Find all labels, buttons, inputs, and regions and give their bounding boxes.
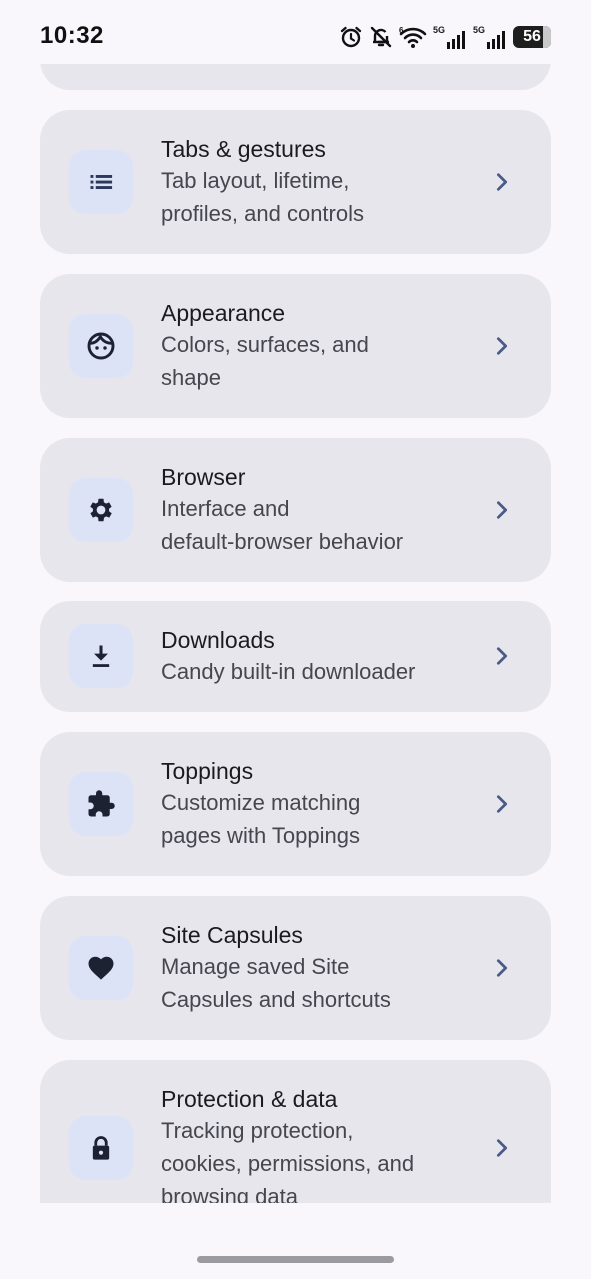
chevron-right-icon [496, 337, 508, 355]
wifi-icon: 6 [399, 26, 427, 48]
settings-item-subtitle: profiles, and controls [161, 201, 364, 226]
cellular-signal-1: 5G [433, 25, 467, 49]
settings-item-subtitle: Tracking protection, [161, 1118, 354, 1143]
chevron-right-icon [496, 1139, 508, 1157]
settings-item-title: Site Capsules [161, 922, 303, 948]
settings-item-subtitle: pages with Toppings [161, 823, 360, 848]
network-type-label: 5G [472, 25, 485, 35]
settings-item-subtitle: shape [161, 365, 221, 390]
settings-item-downloads[interactable]: Downloads Candy built-in downloader [40, 601, 551, 712]
settings-item-title: Browser [161, 464, 246, 490]
settings-item-subtitle: default-browser behavior [161, 529, 404, 554]
clock: 10:32 [40, 22, 104, 49]
signal-bars-icon [446, 31, 465, 49]
puzzle-icon [69, 772, 133, 836]
settings-item-subtitle: Interface and [161, 496, 290, 521]
chevron-right-icon [496, 959, 508, 977]
settings-item-title: Downloads [161, 627, 275, 653]
settings-item-subtitle: Tab layout, lifetime, [161, 168, 350, 193]
settings-item-subtitle: browsing data [161, 1184, 298, 1203]
settings-item-title: Protection & data [161, 1086, 338, 1112]
settings-item-title: Toppings [161, 758, 254, 784]
download-icon [69, 624, 133, 688]
signal-bars-icon [487, 31, 505, 49]
gear-icon [69, 478, 133, 542]
network-type-label: 5G [432, 25, 445, 35]
settings-item-subtitle: Colors, surfaces, and [161, 332, 369, 357]
settings-item-tabs-gestures[interactable]: Tabs & gestures Tab layout, lifetime, pr… [40, 110, 551, 254]
lock-icon [69, 1116, 133, 1180]
list-icon [69, 150, 133, 214]
settings-item-title: Appearance [161, 300, 286, 326]
settings-item-browser[interactable]: Browser Interface and default-browser be… [40, 438, 551, 582]
cellular-signal-2: 5G [473, 25, 507, 49]
chevron-right-icon [496, 795, 508, 813]
settings-item-subtitle: Customize matching [161, 790, 361, 815]
face-icon [69, 314, 133, 378]
chevron-right-icon [496, 647, 508, 665]
settings-item-subtitle: Candy built-in downloader [161, 659, 416, 684]
chevron-right-icon [496, 173, 508, 191]
chevron-right-icon [496, 501, 508, 519]
status-icons: 6 5G 5G 56 [339, 24, 551, 50]
battery-indicator: 56 [513, 26, 551, 48]
settings-item-toppings[interactable]: Toppings Customize matching pages with T… [40, 732, 551, 876]
battery-level: 56 [523, 28, 541, 45]
svg-text:6: 6 [399, 26, 404, 35]
settings-item-title: Tabs & gestures [161, 136, 326, 162]
settings-item-subtitle: Capsules and shortcuts [161, 987, 391, 1012]
settings-item-subtitle: cookies, permissions, and [161, 1151, 415, 1176]
settings-item-protection-data[interactable]: Protection & data Tracking protection, c… [40, 1060, 551, 1203]
settings-item-appearance[interactable]: Appearance Colors, surfaces, and shape [40, 274, 551, 418]
heart-icon [69, 936, 133, 1000]
settings-card-partial[interactable] [40, 64, 551, 90]
settings-item-subtitle: Manage saved Site [161, 954, 350, 979]
settings-item-site-capsules[interactable]: Site Capsules Manage saved Site Capsules… [40, 896, 551, 1040]
status-bar: 10:32 6 5G 5G 56 [0, 0, 591, 72]
settings-list[interactable]: Tabs & gestures Tab layout, lifetime, pr… [0, 64, 591, 1203]
alarm-icon [340, 26, 362, 48]
home-indicator[interactable] [197, 1256, 394, 1263]
bell-off-icon [370, 26, 392, 48]
battery-empty-fill [543, 26, 551, 48]
